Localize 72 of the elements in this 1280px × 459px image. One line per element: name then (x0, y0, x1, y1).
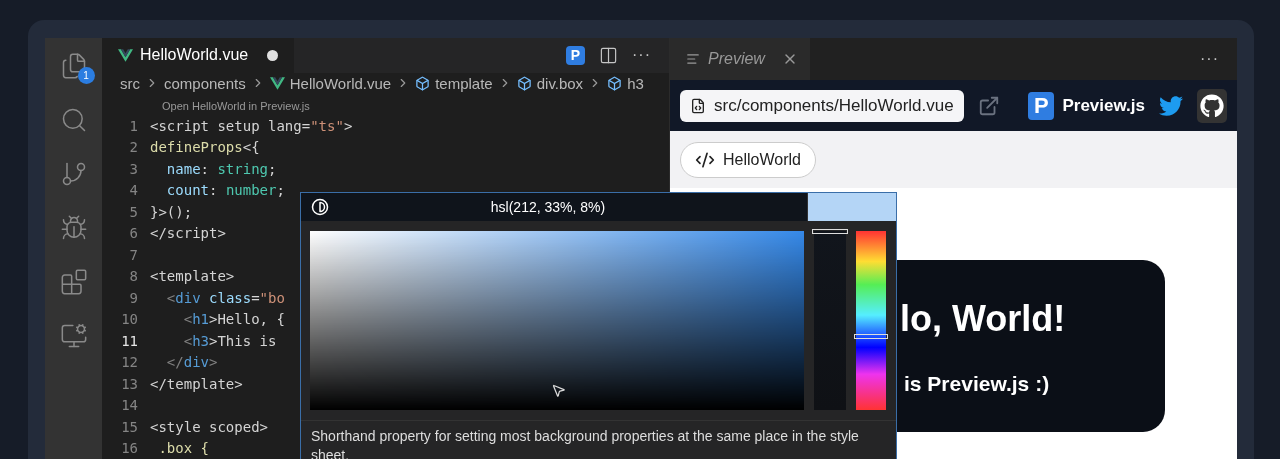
line-number: 11 (120, 332, 139, 349)
codelens-link[interactable]: Open HelloWorld in Preview.js (102, 94, 669, 115)
original-color-swatch[interactable] (807, 193, 896, 221)
logo-button[interactable]: P (566, 45, 585, 65)
brand-name: Preview.js (1062, 95, 1145, 116)
code-line: .box { (157, 440, 209, 457)
line-number: 6 (128, 225, 139, 242)
cube-icon (516, 75, 532, 91)
line-number: 16 (120, 440, 139, 457)
code-line: <h3>This is (182, 332, 277, 349)
code-line: }>(); (150, 203, 193, 220)
line-number: 14 (120, 397, 139, 414)
editor-tab[interactable]: HelloWorld.vue (102, 38, 294, 73)
code-line: name: string; (165, 160, 277, 177)
breadcrumb-item[interactable]: h3 (627, 74, 644, 92)
line-number: 9 (128, 289, 139, 306)
breadcrumb-item[interactable]: src (120, 74, 140, 92)
code-line: defineProps<{ (150, 139, 260, 156)
cube-icon (607, 75, 623, 91)
bird-icon[interactable] (1159, 93, 1183, 118)
file-code-icon (690, 97, 706, 114)
more-button[interactable]: ··· (1200, 50, 1219, 68)
code-line: <template> (150, 268, 235, 285)
breadcrumb-item[interactable]: template (435, 74, 493, 92)
breadcrumb-item[interactable]: components (164, 74, 246, 92)
line-number: 2 (128, 139, 139, 156)
code-line: </div> (165, 354, 218, 371)
code-line: </script> (150, 225, 226, 242)
saturation-area[interactable] (310, 230, 805, 410)
vue-logo-icon (118, 48, 133, 62)
component-button[interactable]: HelloWorld (680, 141, 816, 178)
code-line: <h1>Hello, { (182, 311, 285, 328)
split-editor-icon[interactable] (599, 45, 618, 65)
code-line: <style scoped> (150, 418, 268, 435)
line-number: 1 (128, 117, 139, 134)
bug-icon[interactable] (59, 214, 88, 242)
line-number: 3 (128, 160, 139, 177)
color-value: hsl(212, 33%, 8%) (489, 198, 607, 215)
card-subheading: is Preview.js :) (904, 372, 1051, 396)
external-link-icon[interactable] (977, 94, 1000, 117)
line-number: 13 (120, 375, 139, 392)
blocks-icon[interactable] (59, 268, 88, 296)
breadcrumb-item[interactable]: div.box (536, 74, 584, 92)
line-number: 15 (120, 418, 139, 435)
line-number: 10 (120, 311, 139, 328)
monitor-icon[interactable] (59, 322, 88, 350)
notification-badge: 1 (77, 67, 95, 84)
cube-icon (415, 75, 431, 91)
code-line: <script setup lang="ts"> (150, 117, 353, 134)
breadcrumb-item[interactable]: HelloWorld.vue (289, 74, 392, 92)
line-number: 5 (128, 203, 139, 220)
hue-slider[interactable] (856, 230, 886, 410)
line-number: 4 (128, 182, 139, 199)
github-button[interactable] (1197, 88, 1227, 123)
contrast-icon[interactable] (311, 197, 329, 216)
opacity-thumb[interactable] (812, 228, 849, 234)
code-line: </template> (150, 375, 243, 392)
code-line: <div class="bo (165, 289, 285, 306)
preview-tab[interactable]: Preview (670, 38, 810, 80)
card-heading: lo, World! (900, 298, 1067, 340)
line-number: 7 (128, 246, 139, 263)
opacity-slider[interactable] (814, 230, 847, 410)
url-field[interactable]: src/components/HelloWorld.vue (680, 89, 964, 122)
line-number: 12 (120, 354, 139, 371)
line-number: 8 (128, 268, 139, 285)
hue-thumb[interactable] (854, 334, 888, 340)
cursor-icon (551, 382, 566, 398)
lines-icon (686, 52, 700, 66)
more-button[interactable]: ··· (632, 46, 651, 65)
preview-logo: P (1028, 91, 1055, 120)
code-line: count: number; (165, 182, 285, 199)
vue-logo-icon (269, 76, 285, 90)
